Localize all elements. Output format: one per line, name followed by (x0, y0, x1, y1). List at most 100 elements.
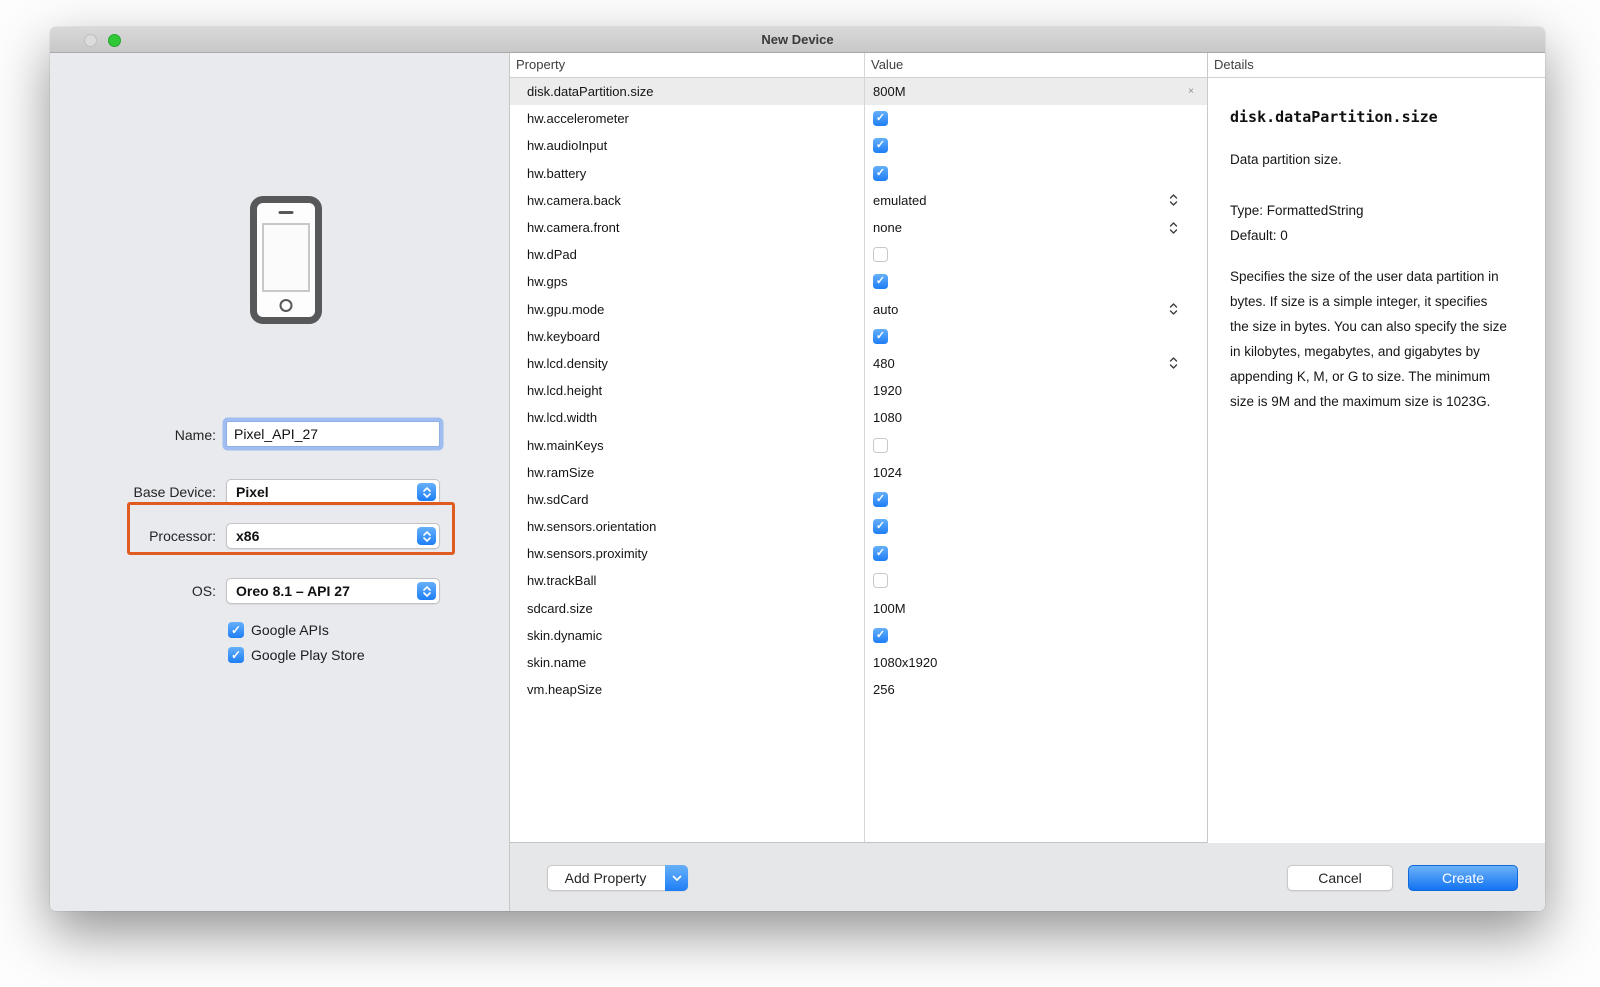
property-name: hw.sensors.orientation (527, 519, 657, 535)
property-value: ✓ (864, 132, 1207, 159)
details-description: Specifies the size of the user data part… (1230, 269, 1507, 409)
property-row[interactable]: hw.gps ✓ (510, 268, 1207, 295)
os-select[interactable]: Oreo 8.1 – API 27 (226, 578, 440, 604)
value-checkbox[interactable] (873, 437, 888, 453)
property-name: hw.trackBall (527, 573, 597, 589)
column-header-value: Value (871, 57, 904, 72)
property-row[interactable]: hw.camera.front none (510, 214, 1207, 241)
property-row[interactable]: hw.audioInput ✓ (510, 132, 1207, 159)
value-stepper-icon[interactable] (1169, 221, 1178, 234)
chevron-down-icon[interactable] (665, 865, 688, 891)
value-text: 800M (873, 84, 906, 100)
device-phone-icon (250, 196, 322, 324)
property-name: hw.camera.back (527, 192, 621, 208)
property-row[interactable]: hw.sensors.orientation ✓ (510, 513, 1207, 540)
property-name: hw.camera.front (527, 220, 620, 236)
value-text: none (873, 220, 902, 236)
add-property-button[interactable]: Add Property (547, 865, 688, 891)
details-panel: Details disk.dataPartition.size Data par… (1208, 53, 1545, 843)
property-row[interactable]: skin.name 1080x1920 (510, 649, 1207, 676)
phone-speaker (278, 211, 294, 214)
phone-screen (262, 223, 310, 292)
property-row[interactable]: hw.ramSize 1024 (510, 459, 1207, 486)
property-row[interactable]: hw.camera.back emulated (510, 187, 1207, 214)
property-row[interactable]: skin.dynamic ✓ (510, 622, 1207, 649)
google-play-store-checkbox[interactable]: ✓ Google Play Store (228, 646, 365, 663)
property-row[interactable]: vm.heapSize 256 (510, 676, 1207, 703)
cancel-button[interactable]: Cancel (1287, 865, 1393, 891)
left-panel: Name: Base Device: Pixel Processor: x86 (50, 53, 510, 911)
property-row[interactable]: hw.sensors.proximity ✓ (510, 540, 1207, 567)
value-stepper-icon[interactable] (1169, 303, 1178, 316)
property-row[interactable]: hw.mainKeys (510, 431, 1207, 458)
value-checkbox[interactable] (873, 247, 888, 263)
name-label: Name: (174, 427, 216, 443)
value-checkbox[interactable]: ✓ (873, 165, 888, 181)
property-row[interactable]: hw.dPad (510, 241, 1207, 268)
property-value: ✓ (864, 105, 1207, 132)
property-value: ✓ (864, 486, 1207, 513)
property-value: 1080 (864, 404, 1207, 431)
value-stepper-icon[interactable] (1169, 357, 1178, 370)
value-checkbox[interactable]: ✓ (873, 328, 888, 344)
property-value: ✓ (864, 268, 1207, 295)
chevron-updown-icon (417, 483, 436, 501)
value-stepper-icon[interactable] (1169, 194, 1178, 207)
details-summary: Data partition size. (1230, 152, 1342, 167)
base-device-select[interactable]: Pixel (226, 479, 440, 505)
property-value: ✓ (864, 513, 1207, 540)
value-text: 100M (873, 600, 906, 616)
property-value: 100M (864, 595, 1207, 622)
titlebar[interactable]: New Device (50, 27, 1545, 53)
property-row[interactable]: hw.lcd.density 480 (510, 350, 1207, 377)
property-value (864, 241, 1207, 268)
property-value: emulated (864, 187, 1207, 214)
property-value: ✓ (864, 540, 1207, 567)
property-row[interactable]: hw.trackBall (510, 567, 1207, 594)
name-field[interactable] (226, 421, 440, 447)
property-row[interactable]: hw.sdCard ✓ (510, 486, 1207, 513)
value-text: 1080 (873, 410, 902, 426)
property-value: 1920 (864, 377, 1207, 404)
value-text: 1080x1920 (873, 655, 938, 671)
base-device-label: Base Device: (133, 484, 216, 500)
property-name: hw.sensors.proximity (527, 546, 648, 562)
property-value: 1080x1920 (864, 649, 1207, 676)
property-value: 1024 (864, 459, 1207, 486)
details-type: Type: FormattedString (1230, 203, 1364, 218)
google-apis-checkbox[interactable]: ✓ Google APIs (228, 621, 329, 638)
property-name: vm.heapSize (527, 682, 603, 698)
details-default: Default: 0 (1230, 228, 1288, 243)
create-button[interactable]: Create (1408, 865, 1518, 891)
value-checkbox[interactable]: ✓ (873, 546, 888, 562)
value-checkbox[interactable]: ✓ (873, 519, 888, 535)
property-row[interactable]: disk.dataPartition.size 800M × (510, 78, 1207, 106)
property-value: 800M × (864, 78, 1207, 105)
property-row[interactable]: hw.keyboard ✓ (510, 323, 1207, 350)
property-row[interactable]: hw.lcd.width 1080 (510, 404, 1207, 431)
value-checkbox[interactable] (873, 573, 888, 589)
property-name: hw.lcd.height (527, 383, 603, 399)
value-checkbox[interactable]: ✓ (873, 491, 888, 507)
property-name: hw.keyboard (527, 328, 600, 344)
property-name: hw.lcd.width (527, 410, 598, 426)
property-name: hw.accelerometer (527, 111, 629, 127)
table-header: Property Value (510, 53, 1207, 78)
property-value: ✓ (864, 323, 1207, 350)
property-row[interactable]: hw.battery ✓ (510, 160, 1207, 187)
value-checkbox[interactable]: ✓ (873, 138, 888, 154)
clear-value-button[interactable]: × (1188, 86, 1194, 97)
value-checkbox[interactable]: ✓ (873, 274, 888, 290)
property-name: skin.name (527, 655, 587, 671)
chevron-updown-icon (417, 527, 436, 545)
property-row[interactable]: hw.lcd.height 1920 (510, 377, 1207, 404)
property-name: hw.gpu.mode (527, 301, 605, 317)
value-checkbox[interactable]: ✓ (873, 111, 888, 127)
value-checkbox[interactable]: ✓ (873, 627, 888, 643)
property-row[interactable]: hw.gpu.mode auto (510, 296, 1207, 323)
value-text: auto (873, 301, 899, 317)
os-label: OS: (191, 583, 216, 599)
property-row[interactable]: sdcard.size 100M (510, 595, 1207, 622)
property-row[interactable]: hw.accelerometer ✓ (510, 105, 1207, 132)
processor-select[interactable]: x86 (226, 523, 440, 549)
